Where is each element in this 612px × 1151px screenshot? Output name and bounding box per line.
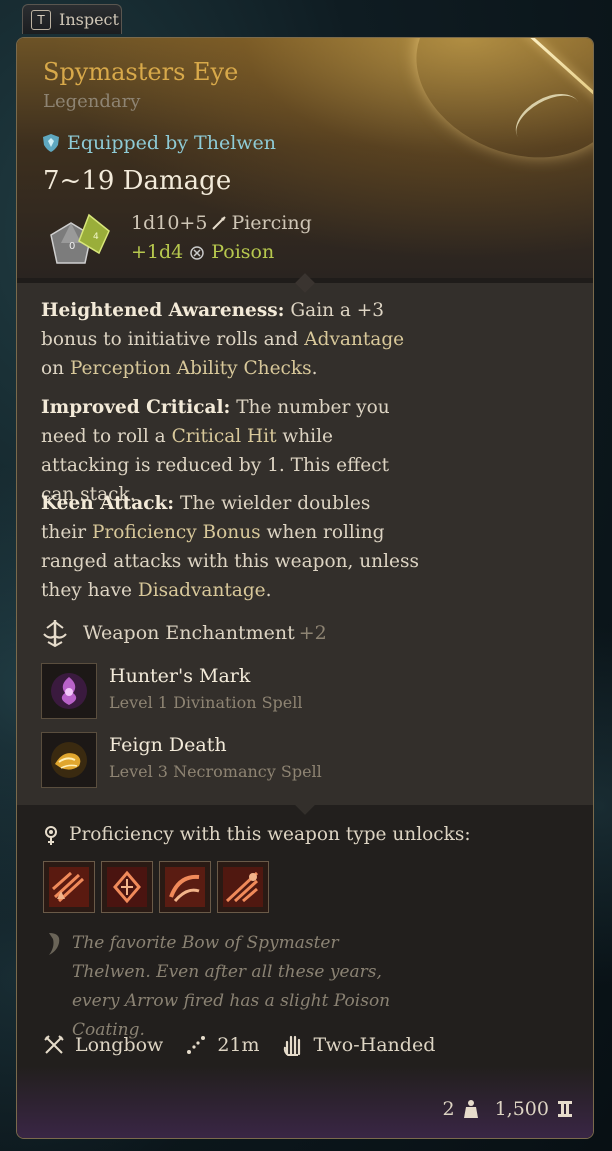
piercing-icon (212, 216, 227, 230)
passive-term: Improved Critical: (41, 397, 231, 418)
proficiency-unlocks: Proficiency with this weapon type unlock… (43, 824, 471, 845)
equipped-by: Equipped by Thelwen (43, 132, 276, 154)
perception-link[interactable]: Perception Ability Checks (70, 358, 312, 379)
property-two-handed: Two-Handed (282, 1034, 436, 1056)
flavor-text: The favorite Bow of Spymaster Thelwen. E… (72, 933, 391, 1040)
property-longbow: Longbow (43, 1034, 163, 1056)
hamstring-shot-icon (165, 867, 205, 907)
damage-main: 1d10+5 Piercing (131, 212, 312, 234)
range-icon (187, 1036, 206, 1054)
weapon-properties: Longbow 21m Two-Handed (43, 1034, 457, 1056)
piercing-shot-icon (223, 867, 263, 907)
damage-main-dice: 1d10+5 (131, 212, 208, 234)
weapon-action-1[interactable] (43, 861, 95, 913)
item-value: 1,500 (494, 1098, 549, 1120)
property-label: 21m (217, 1034, 260, 1056)
arrow-volley-icon (49, 867, 89, 907)
weapon-enchantment: Weapon Enchantment +2 (41, 618, 327, 648)
passive-term: Keen Attack: (41, 493, 175, 514)
enchantment-bonus: +2 (298, 622, 327, 644)
damage-main-type: Piercing (231, 212, 312, 234)
quill-icon (49, 933, 60, 955)
weapon-action-3[interactable] (159, 861, 211, 913)
spell-level: Level 1 Divination Spell (109, 693, 303, 712)
weight-icon (463, 1100, 478, 1118)
property-label: Two-Handed (313, 1034, 436, 1056)
advantage-link[interactable]: Advantage (304, 329, 404, 350)
property-label: Longbow (75, 1034, 164, 1056)
item-footer: 2 1,500 (443, 1098, 574, 1120)
property-range: 21m (185, 1034, 260, 1056)
inspect-tab[interactable]: T Inspect (22, 4, 122, 34)
spell-hunters-mark[interactable]: Hunter's Mark Level 1 Divination Spell (41, 663, 303, 719)
weapon-action-2[interactable] (101, 861, 153, 913)
proficiency-icon (45, 825, 57, 845)
enchantment-label: Weapon Enchantment (83, 622, 295, 644)
item-rarity: Legendary (43, 91, 141, 112)
spell-name: Feign Death (109, 734, 227, 756)
proficiency-bonus-link[interactable]: Proficiency Bonus (92, 522, 261, 543)
hunters-mark-icon (51, 673, 87, 709)
poison-icon (190, 246, 205, 260)
feign-death-icon (51, 742, 87, 778)
damage-bonus-dice: +1d4 (131, 241, 184, 263)
critical-hit-link[interactable]: Critical Hit (172, 426, 277, 447)
mobile-shot-icon (107, 867, 147, 907)
shield-icon (43, 134, 59, 152)
spell-icon-frame (41, 732, 97, 788)
damage-total: 7~19 Damage (43, 166, 232, 196)
longbow-icon (44, 1035, 64, 1054)
passive-keen-attack: Keen Attack: The wielder doubles their P… (41, 493, 419, 601)
item-weight: 2 (442, 1098, 455, 1120)
two-handed-icon (283, 1035, 300, 1056)
damage-bonus-type: Poison (211, 241, 275, 263)
passive-term: Heightened Awareness: (41, 300, 285, 321)
weapon-action-4[interactable] (217, 861, 269, 913)
spell-feign-death[interactable]: Feign Death Level 3 Necromancy Spell (41, 732, 322, 788)
passive-heightened-awareness: Heightened Awareness: Gain a +3 bonus to… (41, 300, 405, 379)
inspect-label: Inspect (59, 10, 119, 29)
item-name: Spymasters Eye (43, 58, 239, 86)
gold-icon (558, 1101, 572, 1117)
weapon-actions (43, 861, 269, 913)
svg-text:4: 4 (93, 232, 99, 242)
spell-icon-frame (41, 663, 97, 719)
dice-icon: 0 4 (50, 213, 110, 264)
hotkey-badge: T (31, 9, 51, 30)
svg-text:0: 0 (69, 241, 75, 252)
enchantment-icon (43, 620, 67, 648)
spell-level: Level 3 Necromancy Spell (109, 762, 322, 781)
proficiency-label: Proficiency with this weapon type unlock… (69, 824, 471, 845)
equipped-label: Equipped by Thelwen (67, 132, 277, 154)
damage-bonus: +1d4 Poison (131, 241, 274, 263)
item-tooltip-panel: Spymasters Eye Legendary Equipped by The… (16, 37, 594, 1139)
disadvantage-link[interactable]: Disadvantage (138, 580, 266, 601)
spell-name: Hunter's Mark (109, 665, 251, 687)
